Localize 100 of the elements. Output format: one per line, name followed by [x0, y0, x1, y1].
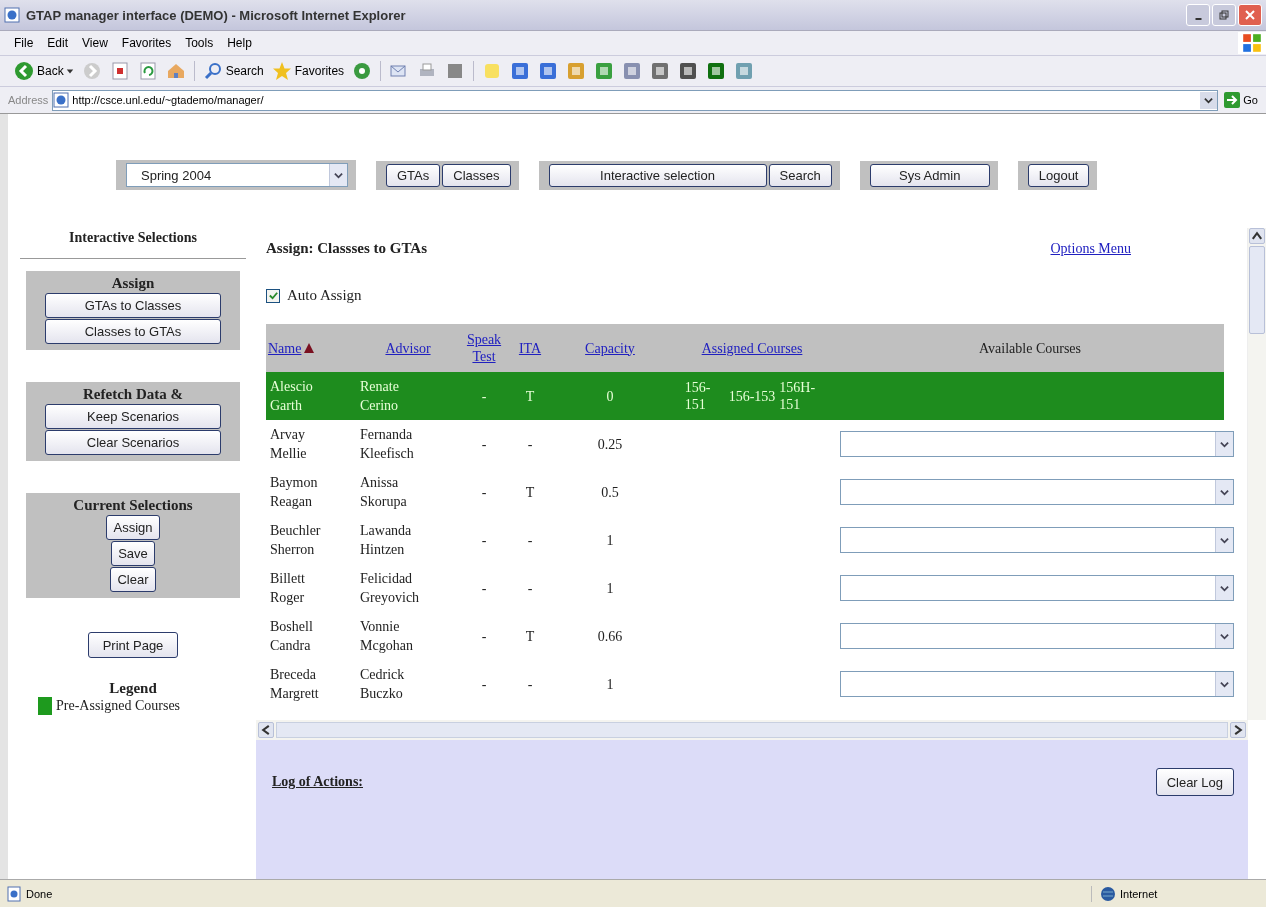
- minimize-button[interactable]: [1186, 4, 1210, 26]
- address-label: Address: [8, 94, 49, 106]
- menu-item[interactable]: Edit: [47, 36, 69, 50]
- menu-item[interactable]: Help: [227, 36, 252, 50]
- globe-icon: [1100, 885, 1116, 902]
- table-cell: -: [481, 628, 487, 644]
- table-cell: 0: [606, 388, 614, 404]
- go-arrow-icon: [1224, 92, 1241, 108]
- table-cell: -: [527, 532, 533, 548]
- legend-title: Legend: [109, 680, 157, 697]
- table-cell: 0.25: [597, 436, 623, 452]
- restore-button[interactable]: [1212, 4, 1236, 26]
- star-icon: [271, 61, 292, 81]
- table-cell: -: [481, 580, 487, 596]
- scroll-left-icon[interactable]: [258, 722, 274, 738]
- checkbox-label: Auto Assign: [287, 287, 362, 304]
- close-icon: [1245, 10, 1255, 20]
- menu-item[interactable]: Favorites: [121, 36, 172, 50]
- course-code: 156-153: [728, 387, 776, 405]
- term-dropdown[interactable]: Spring 2004: [126, 163, 348, 187]
- table-cell: -: [481, 676, 487, 692]
- scroll-thumb[interactable]: [1249, 246, 1265, 334]
- nav-button[interactable]: Sys Admin: [869, 163, 990, 187]
- nav-button[interactable]: GTAs: [386, 163, 441, 187]
- action-button[interactable]: Assign: [106, 515, 160, 540]
- back-button[interactable]: Back: [14, 61, 64, 81]
- print-button[interactable]: Print Page: [87, 632, 179, 658]
- toolbar-icon[interactable]: [510, 61, 531, 81]
- nav-button[interactable]: Logout: [1027, 163, 1090, 187]
- menu-item[interactable]: Tools: [185, 36, 214, 50]
- nav-button[interactable]: Interactive selection: [548, 163, 767, 187]
- stop-icon[interactable]: [109, 61, 130, 81]
- course-dropdown[interactable]: [840, 431, 1234, 457]
- toolbar-icon[interactable]: [538, 61, 559, 81]
- clear-log-button[interactable]: Clear Log: [1155, 768, 1234, 796]
- home-icon[interactable]: [165, 61, 186, 81]
- horizontal-scrollbar[interactable]: [256, 720, 1248, 740]
- media-icon[interactable]: [352, 61, 373, 81]
- table-cell-text: Arvay Mellie: [270, 426, 308, 463]
- menu-item[interactable]: File: [14, 36, 34, 50]
- action-button[interactable]: Keep Scenarios: [45, 404, 221, 429]
- toolbar-icon[interactable]: [650, 61, 671, 81]
- panel-title: Current Selections: [73, 497, 193, 514]
- nav-button[interactable]: Classes: [442, 163, 511, 187]
- toolbar-icon[interactable]: [706, 61, 727, 81]
- table-cell-text: Cedrick Buczko: [360, 666, 406, 703]
- course-dropdown[interactable]: [840, 671, 1234, 697]
- scroll-right-icon[interactable]: [1230, 722, 1246, 738]
- go-button[interactable]: Go: [1222, 92, 1260, 108]
- action-button[interactable]: GTAs to Classes: [45, 293, 221, 318]
- column-header-link[interactable]: Name: [268, 339, 302, 357]
- action-button[interactable]: Clear: [110, 567, 156, 592]
- panel-title: Refetch Data &: [83, 386, 183, 403]
- browser-icon: [4, 7, 20, 23]
- nav-button[interactable]: Search: [768, 163, 832, 187]
- caret-icon: [1220, 631, 1229, 641]
- course-code: 156H-151: [779, 379, 817, 413]
- window-title: GTAP manager interface (DEMO) - Microsoft Internet Explorer: [26, 7, 406, 23]
- address-field[interactable]: http://csce.unl.edu/~gtademo/manager/: [52, 89, 1219, 111]
- table-cell: 0.66: [597, 628, 623, 644]
- table-cell-text: Vonnie Mcgohan: [360, 618, 414, 655]
- action-button[interactable]: Classes to GTAs: [45, 319, 221, 344]
- log-title: Log of Actions:: [272, 774, 363, 790]
- table-cell: 1: [606, 580, 614, 596]
- vertical-scrollbar[interactable]: [1247, 228, 1266, 720]
- page-icon: [6, 885, 22, 902]
- column-header-link[interactable]: Advisor: [385, 339, 431, 357]
- action-button[interactable]: Clear Scenarios: [45, 430, 221, 455]
- caret-icon[interactable]: [65, 67, 74, 75]
- options-link[interactable]: Options Menu: [1050, 240, 1131, 257]
- scroll-up-icon[interactable]: [1249, 228, 1265, 244]
- table-cell-text: Lawanda Hintzen: [360, 522, 413, 559]
- table-cell-text: Alescio Garth: [270, 378, 314, 415]
- table-cell-text: Felicidad Greyovich: [360, 570, 421, 607]
- sidebar-title: Interactive Selections: [20, 230, 246, 259]
- table-cell-text: Beuchler Sherron: [270, 522, 322, 559]
- close-button[interactable]: [1238, 4, 1262, 26]
- status-text: Done: [26, 887, 53, 900]
- course-dropdown[interactable]: [840, 623, 1234, 649]
- caret-icon[interactable]: [1204, 95, 1214, 105]
- auto-assign-checkbox[interactable]: [266, 288, 280, 303]
- table-cell-text: Billett Roger: [270, 570, 306, 607]
- menu-item[interactable]: View: [82, 36, 108, 50]
- course-dropdown[interactable]: [840, 479, 1234, 505]
- course-dropdown[interactable]: [840, 527, 1234, 553]
- caret-icon: [1220, 487, 1229, 497]
- legend-label: Pre-Assigned Courses: [56, 698, 181, 714]
- search-button[interactable]: Search: [202, 61, 264, 81]
- action-button[interactable]: Save: [111, 541, 155, 566]
- table-cell: -: [527, 580, 533, 596]
- table-cell: T: [525, 484, 535, 500]
- toolbar-icon[interactable]: [594, 61, 615, 81]
- toolbar-icon[interactable]: [678, 61, 699, 81]
- refresh-icon[interactable]: [137, 61, 158, 81]
- course-dropdown[interactable]: [840, 575, 1234, 601]
- favorites-button[interactable]: Favorites: [271, 61, 345, 81]
- table-cell: -: [527, 676, 533, 692]
- table-cell: -: [481, 388, 487, 404]
- table-cell: 1: [606, 676, 614, 692]
- column-header-link[interactable]: Capacity: [585, 339, 635, 357]
